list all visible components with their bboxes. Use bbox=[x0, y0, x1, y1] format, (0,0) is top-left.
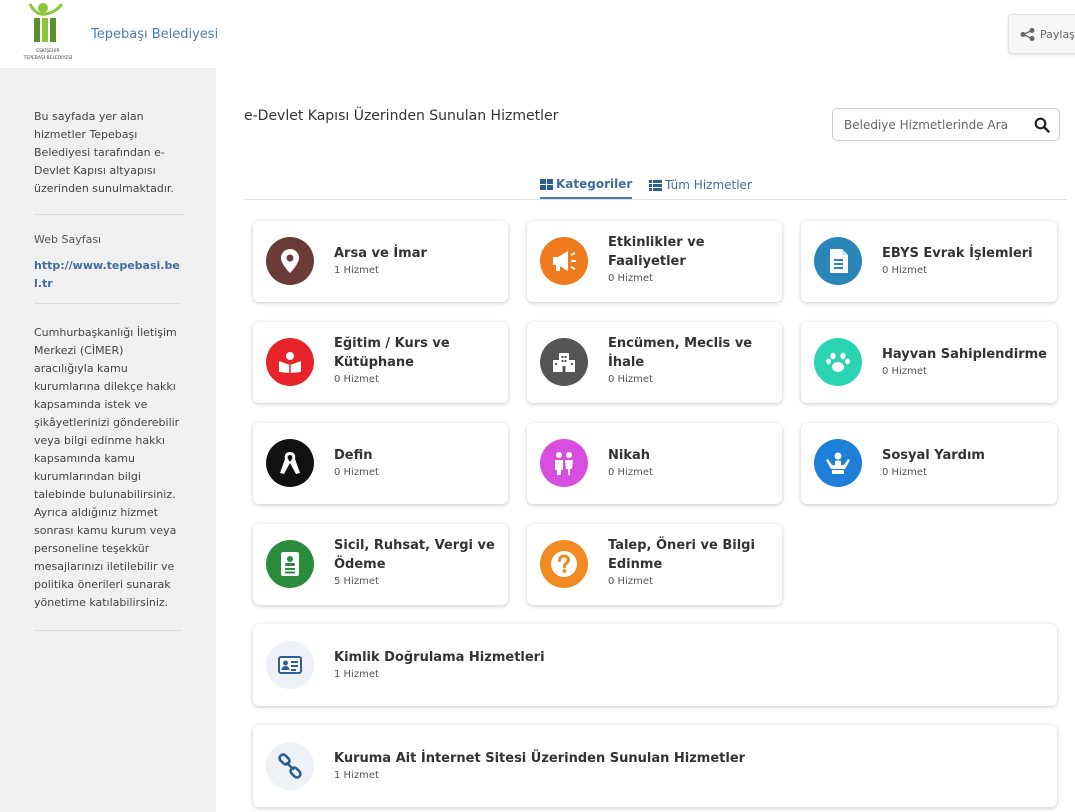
grid-icon bbox=[540, 178, 553, 190]
category-count: 0 Hizmet bbox=[882, 366, 927, 377]
search-input[interactable] bbox=[844, 117, 1024, 132]
question-icon bbox=[540, 540, 588, 588]
id-file-icon bbox=[266, 540, 314, 588]
category-card[interactable]: Kimlik Doğrulama Hizmetleri 1 Hizmet bbox=[253, 624, 1057, 706]
sidebar-cimer-text: Cumhurbaşkanlığı İletişim Merkezi (CİMER… bbox=[34, 304, 182, 631]
share-icon bbox=[1020, 27, 1035, 41]
category-card[interactable]: Nikah 0 Hizmet bbox=[527, 423, 782, 504]
category-title: Arsa ve İmar bbox=[334, 246, 427, 261]
category-title: Talep, Öneri ve Bilgi Edinme bbox=[608, 538, 755, 572]
category-title: Eğitim / Kurs ve Kütüphane bbox=[334, 336, 450, 370]
category-count: 5 Hizmet bbox=[334, 576, 379, 587]
share-button[interactable]: Paylaş bbox=[1008, 14, 1075, 54]
category-count: 1 Hizmet bbox=[334, 669, 379, 680]
category-card[interactable]: Arsa ve İmar 1 Hizmet bbox=[253, 221, 508, 302]
category-count: 1 Hizmet bbox=[334, 265, 379, 276]
share-label: Paylaş bbox=[1040, 27, 1075, 41]
org-name-link[interactable]: Tepebaşı Belediyesi bbox=[91, 27, 218, 42]
id-card-icon bbox=[266, 641, 314, 689]
category-card[interactable]: Sosyal Yardım 0 Hizmet bbox=[801, 423, 1057, 504]
category-count: 0 Hizmet bbox=[334, 467, 379, 478]
category-card[interactable]: Encümen, Meclis ve İhale 0 Hizmet bbox=[527, 322, 782, 403]
category-title: EBYS Evrak İşlemleri bbox=[882, 246, 1033, 261]
category-count: 0 Hizmet bbox=[334, 374, 379, 385]
top-header: ESKİŞEHİR TEPEBAŞI BELEDİYESİ Tepebaşı B… bbox=[0, 0, 1075, 68]
category-count: 0 Hizmet bbox=[608, 374, 653, 385]
category-title: Hayvan Sahiplendirme bbox=[882, 347, 1047, 362]
tab-categories[interactable]: Kategoriler bbox=[540, 171, 633, 199]
sidebar-web: Web Sayfası http://www.tepebasi.bel.tr bbox=[34, 215, 180, 304]
main-content: e-Devlet Kapısı Üzerinden Sunulan Hizmet… bbox=[216, 68, 1075, 812]
tab-all-services-label: Tüm Hizmetler bbox=[665, 178, 752, 192]
list-icon bbox=[649, 179, 662, 191]
municipality-logo[interactable]: ESKİŞEHİR TEPEBAŞI BELEDİYESİ bbox=[18, 2, 80, 64]
category-card[interactable]: Defin 0 Hizmet bbox=[253, 423, 508, 504]
category-title: Nikah bbox=[608, 448, 651, 463]
category-count: 0 Hizmet bbox=[608, 467, 653, 478]
megaphone-icon bbox=[540, 237, 588, 285]
category-title: Encümen, Meclis ve İhale bbox=[608, 336, 753, 370]
category-title: Sosyal Yardım bbox=[882, 448, 985, 463]
category-count: 0 Hizmet bbox=[608, 576, 653, 587]
category-count: 1 Hizmet bbox=[334, 770, 379, 781]
paw-icon bbox=[814, 338, 862, 386]
category-card[interactable]: Talep, Öneri ve Bilgi Edinme 0 Hizmet bbox=[527, 524, 782, 605]
category-count: 0 Hizmet bbox=[882, 265, 927, 276]
category-card[interactable]: Sicil, Ruhsat, Vergi ve Ödeme 5 Hizmet bbox=[253, 524, 508, 605]
category-title: Kuruma Ait İnternet Sitesi Üzerinden Sun… bbox=[334, 751, 746, 766]
link-icon bbox=[266, 742, 314, 790]
page-title: e-Devlet Kapısı Üzerinden Sunulan Hizmet… bbox=[244, 108, 559, 124]
ribbon-icon bbox=[266, 439, 314, 487]
category-card[interactable]: Hayvan Sahiplendirme 0 Hizmet bbox=[801, 322, 1057, 403]
category-title: Defin bbox=[334, 448, 373, 463]
info-sidebar: Bu sayfada yer alan hizmetler Tepebaşı B… bbox=[0, 68, 214, 812]
search-box bbox=[832, 108, 1060, 141]
search-icon[interactable] bbox=[1034, 117, 1050, 133]
category-card[interactable]: Eğitim / Kurs ve Kütüphane 0 Hizmet bbox=[253, 322, 508, 403]
building-icon bbox=[540, 338, 588, 386]
helping-hands-icon bbox=[814, 439, 862, 487]
category-count: 0 Hizmet bbox=[882, 467, 927, 478]
web-label: Web Sayfası bbox=[34, 233, 102, 246]
couple-icon bbox=[540, 439, 588, 487]
document-icon bbox=[814, 237, 862, 285]
map-marker-icon bbox=[266, 237, 314, 285]
svg-text:TEPEBAŞI BELEDİYESİ: TEPEBAŞI BELEDİYESİ bbox=[23, 54, 73, 61]
category-title: Etkinlikler ve Faaliyetler bbox=[608, 235, 705, 269]
book-reader-icon bbox=[266, 338, 314, 386]
web-url-link[interactable]: http://www.tepebasi.bel.tr bbox=[34, 257, 180, 293]
tab-all-services[interactable]: Tüm Hizmetler bbox=[649, 171, 752, 199]
sidebar-intro: Bu sayfada yer alan hizmetler Tepebaşı B… bbox=[34, 108, 184, 215]
category-count: 0 Hizmet bbox=[608, 273, 653, 284]
category-card[interactable]: Etkinlikler ve Faaliyetler 0 Hizmet bbox=[527, 221, 782, 302]
category-title: Kimlik Doğrulama Hizmetleri bbox=[334, 650, 545, 665]
tab-categories-label: Kategoriler bbox=[556, 177, 633, 191]
svg-text:ESKİŞEHİR: ESKİŞEHİR bbox=[36, 47, 60, 54]
category-title: Sicil, Ruhsat, Vergi ve Ödeme bbox=[334, 538, 495, 572]
category-card[interactable]: Kuruma Ait İnternet Sitesi Üzerinden Sun… bbox=[253, 725, 1057, 807]
view-tabs: Kategoriler Tüm Hizmetler bbox=[244, 160, 1067, 200]
category-card[interactable]: EBYS Evrak İşlemleri 0 Hizmet bbox=[801, 221, 1057, 302]
